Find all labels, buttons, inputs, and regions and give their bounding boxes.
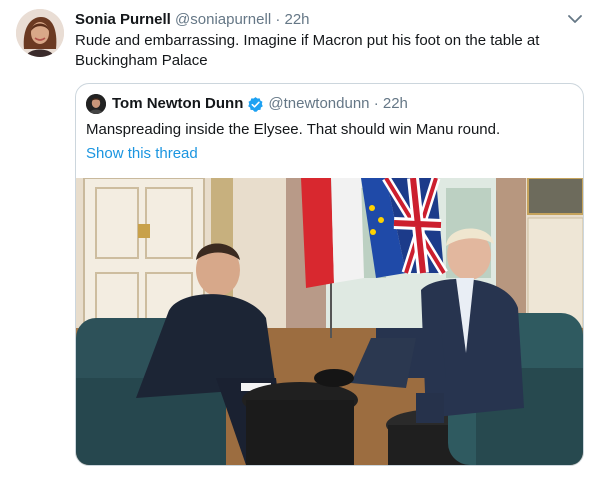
tweet[interactable]: Sonia Purnell @soniapurnell · 22h Rude a… — [0, 0, 596, 478]
quoted-avatar-photo — [86, 94, 106, 114]
quoted-tweet[interactable]: Tom Newton Dunn @tnewtondunn · 22h Mansp… — [75, 83, 584, 466]
separator-dot: · — [275, 11, 281, 28]
tweet-time[interactable]: 22h — [285, 11, 310, 28]
show-thread-link[interactable]: Show this thread — [86, 144, 198, 164]
quoted-header: Tom Newton Dunn @tnewtondunn · 22h — [112, 94, 408, 114]
quoted-author-name[interactable]: Tom Newton Dunn — [112, 94, 243, 114]
verified-badge-icon — [247, 96, 264, 113]
author-handle[interactable]: @soniapurnell — [175, 11, 271, 28]
tweet-photo[interactable] — [76, 178, 583, 465]
quoted-author-handle[interactable]: @tnewtondunn — [268, 94, 369, 114]
quoted-time[interactable]: 22h — [383, 94, 408, 114]
quoted-avatar[interactable] — [86, 94, 106, 114]
tweet-text: Rude and embarrassing. Imagine if Macron… — [75, 32, 540, 69]
chevron-down-icon[interactable] — [566, 10, 584, 28]
avatar[interactable] — [16, 9, 64, 57]
photo-illustration — [76, 178, 583, 465]
avatar-photo — [16, 9, 64, 57]
author-name[interactable]: Sonia Purnell — [75, 11, 171, 28]
tweet-header: Sonia Purnell @soniapurnell · 22h — [75, 10, 310, 30]
quoted-separator-dot: · — [373, 95, 379, 112]
quoted-text: Manspreading inside the Elysee. That sho… — [86, 121, 501, 138]
